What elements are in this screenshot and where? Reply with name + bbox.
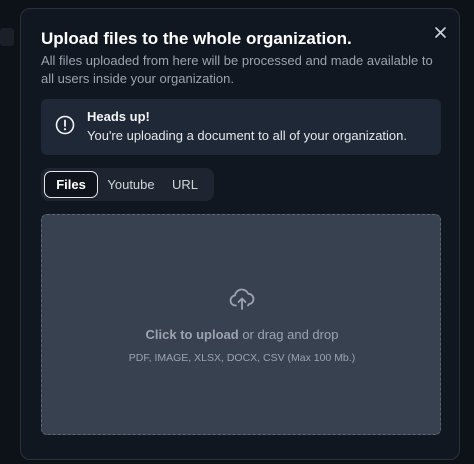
drag-drop-text: or drag and drop [238, 327, 339, 342]
tab-url[interactable]: URL [163, 171, 207, 198]
alert-title: Heads up! [87, 109, 150, 124]
accepted-formats-hint: PDF, IMAGE, XLSX, DOCX, CSV (Max 100 Mb.… [128, 352, 356, 364]
alert-circle-icon [55, 115, 75, 135]
close-button[interactable] [431, 23, 449, 41]
dialog-title: Upload files to the whole organization. [41, 29, 352, 48]
click-to-upload-link[interactable]: Click to upload [146, 327, 239, 342]
close-icon [434, 26, 446, 38]
upload-dialog: Upload files to the whole organization. … [20, 8, 460, 460]
heads-up-alert: Heads up! You're uploading a document to… [41, 99, 441, 155]
file-dropzone[interactable]: Click to upload or drag and drop PDF, IM… [41, 214, 441, 435]
alert-message: You're uploading a document to all of yo… [87, 128, 407, 143]
dropzone-instruction: Click to upload or drag and drop [42, 326, 442, 344]
tab-files[interactable]: Files [44, 171, 98, 198]
source-tabs: Files Youtube URL [41, 168, 214, 201]
cloud-upload-icon [229, 288, 255, 310]
dialog-subtitle: All files uploaded from here will be pro… [41, 53, 433, 86]
tab-youtube[interactable]: Youtube [101, 171, 161, 198]
background-fragment [0, 28, 14, 46]
